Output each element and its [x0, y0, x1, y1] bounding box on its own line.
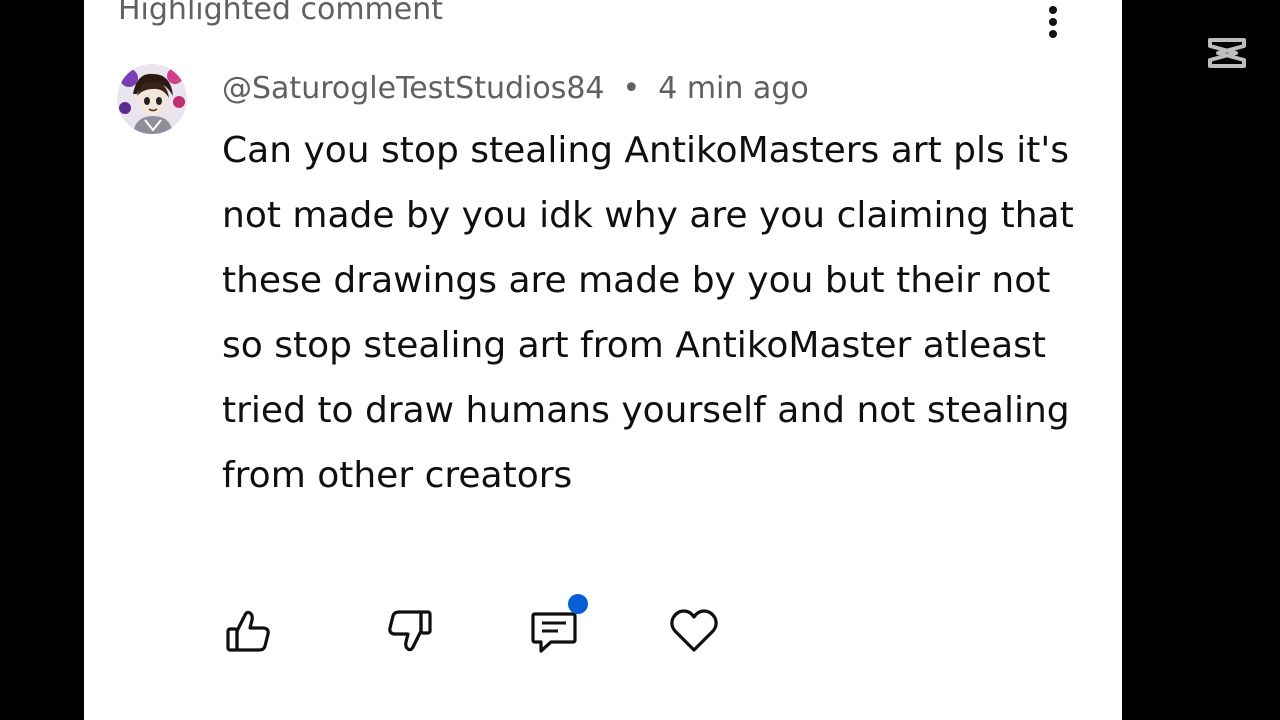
thumbs-up-icon: [226, 610, 270, 652]
meta-separator: •: [622, 70, 641, 106]
comment-timestamp: 4 min ago: [658, 70, 809, 106]
avatar[interactable]: [117, 64, 187, 134]
more-options-button[interactable]: [1038, 2, 1068, 42]
heart-icon: [670, 609, 718, 652]
comment-panel: Highlighted comment @SaturogleTestStudio…: [84, 0, 1122, 720]
comment-icon: [531, 612, 577, 653]
comment-body: Can you stop stealing AntikoMasters art …: [222, 130, 1074, 496]
comment-meta: @SaturogleTestStudios84 • 4 min ago: [222, 68, 809, 108]
dislike-button[interactable]: [382, 596, 438, 666]
section-label: Highlighted comment: [118, 0, 444, 27]
avatar-image: [117, 64, 187, 134]
thumbs-down-icon: [388, 610, 432, 652]
notification-dot: [568, 594, 588, 614]
comment-author[interactable]: @SaturogleTestStudios84: [222, 71, 605, 106]
capcut-logo-icon: [1204, 33, 1250, 73]
heart-button[interactable]: [666, 596, 722, 666]
video-frame: Highlighted comment @SaturogleTestStudio…: [0, 0, 1280, 720]
more-vertical-icon: [1049, 6, 1057, 38]
like-button[interactable]: [220, 596, 276, 666]
comment-actions: [220, 594, 740, 666]
